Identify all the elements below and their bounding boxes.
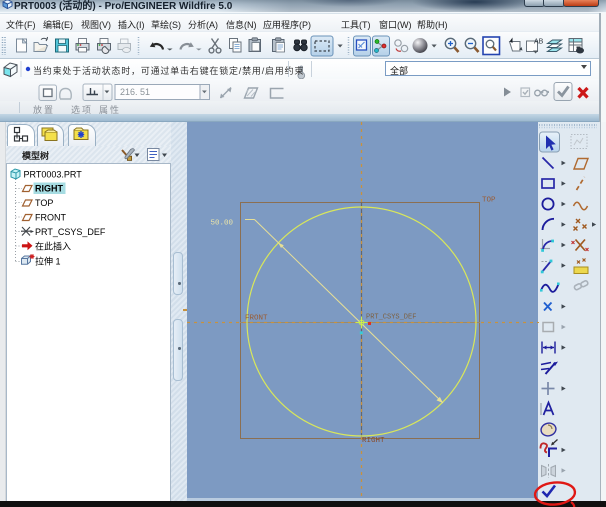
svg-text:FRONT: FRONT — [35, 213, 66, 223]
svg-text:PRT0003.PRT: PRT0003.PRT — [24, 170, 83, 180]
svg-text:RIGHT: RIGHT — [362, 437, 385, 445]
svg-text:在此插入: 在此插入 — [35, 241, 71, 252]
svg-text:216. 51: 216. 51 — [120, 87, 150, 97]
svg-text:拉伸 1: 拉伸 1 — [35, 256, 61, 267]
svg-text:50.00: 50.00 — [211, 220, 234, 228]
svg-text:TOP: TOP — [35, 198, 53, 208]
svg-text:PRT_CSYS_DEF: PRT_CSYS_DEF — [35, 227, 106, 237]
svg-text:RIGHT: RIGHT — [35, 184, 64, 194]
svg-text:PRT_CSYS_DEF: PRT_CSYS_DEF — [366, 314, 416, 322]
svg-text:TOP: TOP — [482, 197, 496, 205]
svg-text:AB: AB — [534, 39, 544, 46]
svg-text:FRONT: FRONT — [245, 315, 268, 323]
